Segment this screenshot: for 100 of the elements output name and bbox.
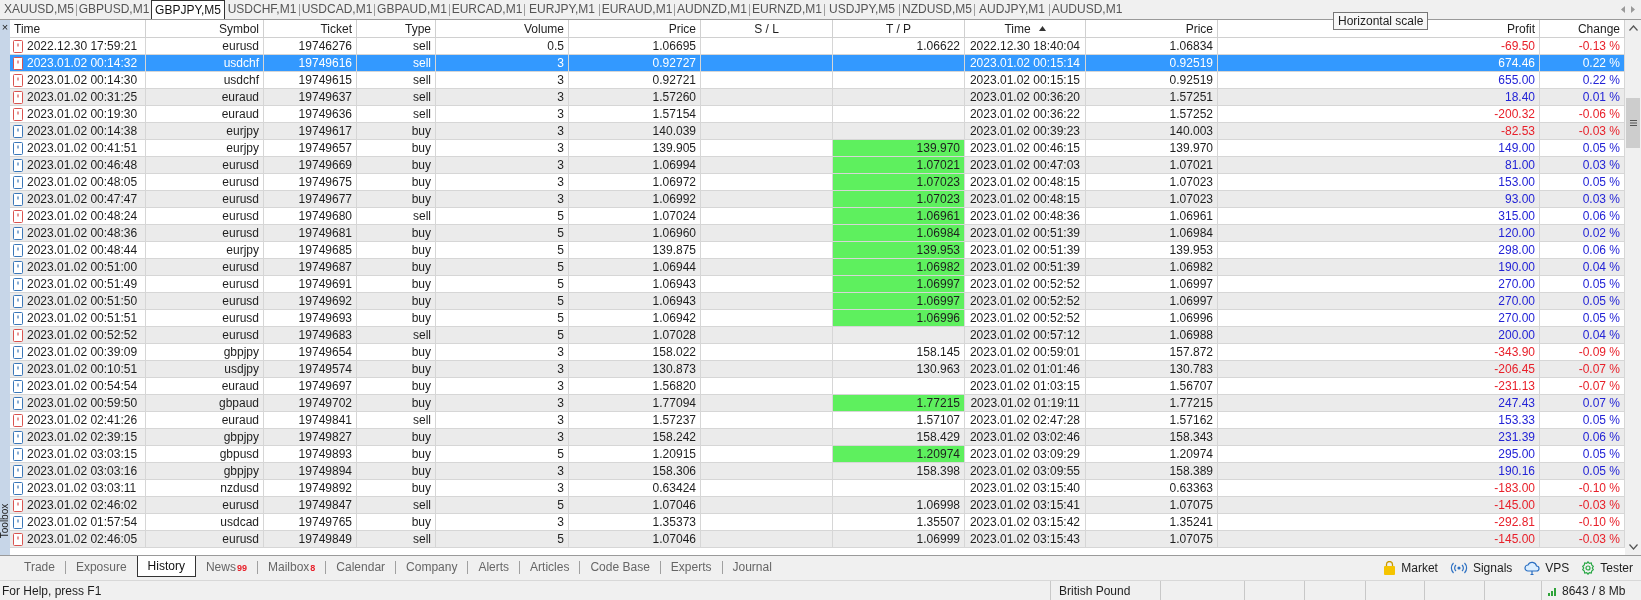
table-row[interactable]: 2023.01.02 02:41:26 euraud 19749841 sell 3 1.57237 1.57107 2023.01.02 02:47:28 1.57162 153.33 0.05 % — [10, 412, 1625, 429]
chart-tab[interactable]: EURNZD,M1 — [750, 0, 824, 19]
table-row[interactable]: 2023.01.02 00:51:49 eurusd 19749691 buy 5 1.06943 1.06997 2023.01.02 00:52:52 1.06997 270.00 0.05 % — [10, 276, 1625, 293]
chart-tab[interactable]: USDCAD,M1 — [300, 0, 374, 19]
column-header[interactable]: Price — [569, 20, 701, 37]
table-cell: 1.06834 — [1086, 38, 1218, 54]
table-row[interactable]: 2023.01.02 00:14:38 eurjpy 19749617 buy 3 140.039 2023.01.02 00:39:23 140.003 -82.53 -0.03 % — [10, 123, 1625, 140]
bottom-tab[interactable]: News99 — [195, 556, 257, 577]
table-row[interactable]: 2023.01.02 00:59:50 gbpaud 19749702 buy 3 1.77094 1.77215 2023.01.02 01:19:11 1.77215 247.43 0.07 % — [10, 395, 1625, 412]
toolbox-label[interactable]: Toolbox — [0, 496, 10, 546]
column-header[interactable]: T / P — [833, 20, 965, 37]
table-cell: buy — [357, 514, 436, 530]
bottom-tab[interactable]: Company — [396, 556, 468, 577]
table-row[interactable]: 2023.01.02 02:46:05 eurusd 19749849 sell 5 1.07046 1.06999 2023.01.02 03:15:43 1.07075 -145.00 -0.03 % — [10, 531, 1625, 548]
table-cell: 1.06992 — [569, 191, 701, 207]
bottom-tab[interactable]: Mailbox8 — [258, 556, 326, 577]
column-header[interactable]: Price — [1086, 20, 1218, 37]
table-row[interactable]: 2023.01.02 00:54:54 euraud 19749697 buy 3 1.56820 2023.01.02 01:03:15 1.56707 -231.13 -0.07 % — [10, 378, 1625, 395]
table-cell: 3 — [436, 140, 569, 156]
table-cell: 19749683 — [264, 327, 357, 343]
table-row[interactable]: 2023.01.02 00:48:44 eurjpy 19749685 buy 5 139.875 139.953 2023.01.02 00:51:39 139.953 298.00 0.06 % — [10, 242, 1625, 259]
tooltip: Horizontal scale — [1333, 12, 1429, 30]
signals-link[interactable]: Signals — [1472, 559, 1513, 577]
scroll-up-icon[interactable] — [1628, 25, 1638, 31]
column-header[interactable]: Ticket — [264, 20, 357, 37]
chart-tab[interactable]: EURAUD,M1 — [600, 0, 674, 19]
chart-tab[interactable]: USDJPY,M5 — [825, 0, 899, 19]
tester-link[interactable]: Tester — [1600, 559, 1633, 577]
table-cell: 158.306 — [569, 463, 701, 479]
table-cell: 19749693 — [264, 310, 357, 326]
table-cell: 93.00 — [1218, 191, 1540, 207]
table-cell: euraud — [146, 106, 264, 122]
table-cell: 1.07046 — [569, 497, 701, 513]
table-row[interactable]: 2023.01.02 00:14:30 usdchf 19749615 sell 3 0.92721 2023.01.02 00:15:15 0.92519 655.00 0.22 % — [10, 72, 1625, 89]
chart-tab[interactable]: USDCHF,M1 — [225, 0, 299, 19]
bottom-tab[interactable]: Articles — [520, 556, 580, 577]
table-cell: 19749615 — [264, 72, 357, 88]
chart-tab[interactable]: NZDUSD,M5 — [900, 0, 974, 19]
column-header[interactable]: Time — [10, 20, 146, 37]
bottom-tab[interactable]: Experts — [660, 556, 722, 577]
table-cell: 1.06982 — [1086, 259, 1218, 275]
market-link[interactable]: Market — [1401, 559, 1438, 577]
chart-tab[interactable]: AUDNZD,M1 — [675, 0, 749, 19]
bottom-tab[interactable]: Alerts — [468, 556, 520, 577]
table-row[interactable]: 2023.01.02 00:48:36 eurusd 19749681 buy 5 1.06960 1.06984 2023.01.02 00:51:39 1.06984 120.00 0.02 % — [10, 225, 1625, 242]
table-row[interactable]: 2023.01.02 00:52:52 eurusd 19749683 sell 5 1.07028 2023.01.02 00:57:12 1.06988 200.00 0.04 % — [10, 327, 1625, 344]
table-cell: 1.20974 — [1086, 446, 1218, 462]
table-row[interactable]: 2023.01.02 00:51:51 eurusd 19749693 buy 5 1.06942 1.06996 2023.01.02 00:52:52 1.06996 270.00 0.05 % — [10, 310, 1625, 327]
table-row[interactable]: 2023.01.02 00:51:50 eurusd 19749692 buy 5 1.06943 1.06997 2023.01.02 00:52:52 1.06997 270.00 0.05 % — [10, 293, 1625, 310]
chart-tab[interactable]: GBPUSD,M1 — [77, 0, 151, 19]
scroll-left-icon[interactable] — [1621, 6, 1625, 13]
vps-link[interactable]: VPS — [1545, 559, 1570, 577]
chart-tab[interactable]: AUDUSD,M1 — [1050, 0, 1124, 19]
column-header[interactable]: Volume — [436, 20, 569, 37]
table-row[interactable]: 2023.01.02 01:57:54 usdcad 19749765 buy 3 1.35373 1.35507 2023.01.02 03:15:42 1.35241 -292.81 -0.10 % — [10, 514, 1625, 531]
table-row[interactable]: 2023.01.02 00:31:25 euraud 19749637 sell 3 1.57260 2023.01.02 00:36:20 1.57251 18.40 0.01 % — [10, 89, 1625, 106]
column-header[interactable]: Time — [1004, 20, 1031, 38]
table-row[interactable]: 2022.12.30 17:59:21 eurusd 19746276 sell 0.5 1.06695 1.06622 2022.12.30 18:40:04 1.06834 -69.50 -0.13 % — [10, 38, 1625, 55]
bottom-tab[interactable]: Journal — [722, 556, 782, 577]
chart-tab[interactable]: GBPAUD,M1 — [375, 0, 449, 19]
bottom-tab[interactable]: Code Base — [580, 556, 660, 577]
scroll-right-icon[interactable] — [1631, 6, 1635, 13]
table-row[interactable]: 2023.01.02 00:19:30 euraud 19749636 sell 3 1.57154 2023.01.02 00:36:22 1.57252 -200.32 -0.06 % — [10, 106, 1625, 123]
table-cell-text: 2023.01.02 00:47:47 — [27, 191, 138, 208]
table-cell: 2023.01.02 00:52:52 — [965, 293, 1086, 309]
table-row[interactable]: 2023.01.02 00:41:51 eurjpy 19749657 buy 3 139.905 139.970 2023.01.02 00:46:15 139.970 149.00 0.05 % — [10, 140, 1625, 157]
close-button[interactable]: × — [0, 21, 10, 33]
table-row[interactable]: 2023.01.02 02:46:02 eurusd 19749847 sell 5 1.07046 1.06998 2023.01.02 03:15:41 1.07075 -145.00 -0.03 % — [10, 497, 1625, 514]
table-cell: 149.00 — [1218, 140, 1540, 156]
column-header[interactable]: S / L — [701, 20, 833, 37]
table-cell: eurusd — [146, 327, 264, 343]
table-row[interactable]: 2023.01.02 00:47:47 eurusd 19749677 buy 3 1.06992 1.07023 2023.01.02 00:48:15 1.07023 93.00 0.03 % — [10, 191, 1625, 208]
column-header[interactable]: Symbol — [146, 20, 264, 37]
table-cell: -231.13 — [1218, 378, 1540, 394]
table-row[interactable]: 2023.01.02 00:10:51 usdjpy 19749574 buy 3 130.873 130.963 2023.01.02 01:01:46 130.783 -206.45 -0.07 % — [10, 361, 1625, 378]
bottom-tab[interactable]: Exposure — [65, 556, 137, 577]
table-row[interactable]: 2023.01.02 03:03:16 gbpjpy 19749894 buy 3 158.306 158.398 2023.01.02 03:09:55 158.389 190.16 0.05 % — [10, 463, 1625, 480]
table-row[interactable]: 2023.01.02 00:48:05 eurusd 19749675 buy 3 1.06972 1.07023 2023.01.02 00:48:15 1.07023 153.00 0.05 % — [10, 174, 1625, 191]
table-row[interactable]: 2023.01.02 03:03:11 nzdusd 19749892 buy 3 0.63424 2023.01.02 03:15:40 0.63363 -183.00 -0.10 % — [10, 480, 1625, 497]
chart-tab[interactable]: EURCAD,M1 — [450, 0, 524, 19]
scroll-thumb[interactable] — [1626, 98, 1640, 148]
bottom-tab[interactable]: History — [136, 556, 196, 577]
table-row[interactable]: 2023.01.02 00:51:00 eurusd 19749687 buy 5 1.06944 1.06982 2023.01.02 00:51:39 1.06982 190.00 0.04 % — [10, 259, 1625, 276]
scrollbar[interactable] — [1625, 20, 1641, 555]
chart-tab[interactable]: EURJPY,M1 — [525, 0, 599, 19]
table-row[interactable]: 2023.01.02 00:39:09 gbpjpy 19749654 buy 3 158.022 158.145 2023.01.02 00:59:01 157.872 -343.90 -0.09 % — [10, 344, 1625, 361]
table-row[interactable]: 2023.01.02 00:48:24 eurusd 19749680 sell 5 1.07024 1.06961 2023.01.02 00:48:36 1.06961 315.00 0.06 % — [10, 208, 1625, 225]
scroll-down-icon[interactable] — [1628, 544, 1638, 550]
bottom-tab[interactable]: Calendar — [326, 556, 396, 577]
chart-tab[interactable]: XAUUSD,M5 — [2, 0, 76, 19]
table-row[interactable]: 2023.01.02 03:03:15 gbpusd 19749893 buy 5 1.20915 1.20974 2023.01.02 03:09:29 1.20974 295.00 0.05 % — [10, 446, 1625, 463]
table-cell: buy — [357, 140, 436, 156]
table-cell: 190.00 — [1218, 259, 1540, 275]
table-cell: 2023.01.02 00:52:52 — [965, 310, 1086, 326]
chart-tab[interactable]: GBPJPY,M5 — [151, 0, 225, 19]
column-header[interactable]: Type — [357, 20, 436, 37]
table-row[interactable]: 2023.01.02 02:39:15 gbpjpy 19749827 buy 3 158.242 158.429 2023.01.02 03:02:46 158.343 231.39 0.06 % — [10, 429, 1625, 446]
table-row[interactable]: 2023.01.02 00:46:48 eurusd 19749669 buy 3 1.06994 1.07021 2023.01.02 00:47:03 1.07021 81.00 0.03 % — [10, 157, 1625, 174]
bottom-tab[interactable]: Trade — [14, 556, 65, 577]
chart-tab[interactable]: AUDJPY,M1 — [975, 0, 1049, 19]
